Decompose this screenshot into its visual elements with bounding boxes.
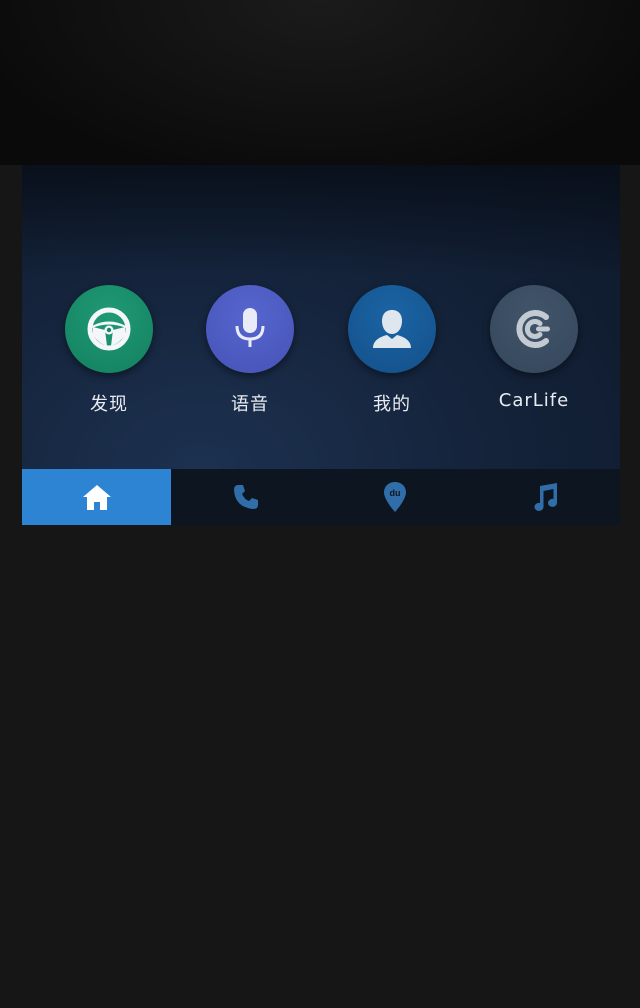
carlife-logo-icon: [516, 310, 550, 348]
map-pin-du-icon: du: [384, 482, 406, 512]
tab-map[interactable]: du: [320, 469, 470, 525]
app-mine-button[interactable]: [348, 285, 436, 373]
status-area-background: [0, 0, 640, 165]
home-launcher: 发现 语音 我的 CarLife: [22, 165, 620, 469]
steering-wheel-icon: [87, 307, 131, 351]
app-discover-label: 发现: [90, 394, 128, 415]
carlife-screen: 发现 语音 我的 CarLife du: [22, 165, 620, 525]
app-mine[interactable]: 我的: [327, 285, 457, 416]
app-carlife[interactable]: CarLife: [469, 285, 599, 411]
microphone-icon: [235, 308, 265, 347]
bottom-nav-bar: du: [22, 469, 620, 525]
tab-phone[interactable]: [171, 469, 320, 525]
app-voice[interactable]: 语音: [185, 285, 315, 416]
app-mine-label: 我的: [373, 394, 411, 415]
phone-icon: [233, 485, 258, 509]
app-discover[interactable]: 发现: [44, 285, 174, 416]
app-carlife-label: CarLife: [498, 390, 570, 411]
map-pin-du-text: du: [390, 488, 401, 498]
user-icon: [373, 310, 411, 348]
app-voice-label: 语音: [231, 394, 269, 415]
music-note-icon: [534, 483, 557, 511]
home-icon: [82, 485, 111, 510]
tab-home[interactable]: [22, 469, 171, 525]
app-carlife-button[interactable]: [490, 285, 578, 373]
app-voice-button[interactable]: [206, 285, 294, 373]
app-discover-button[interactable]: [65, 285, 153, 373]
tab-music[interactable]: [470, 469, 620, 525]
